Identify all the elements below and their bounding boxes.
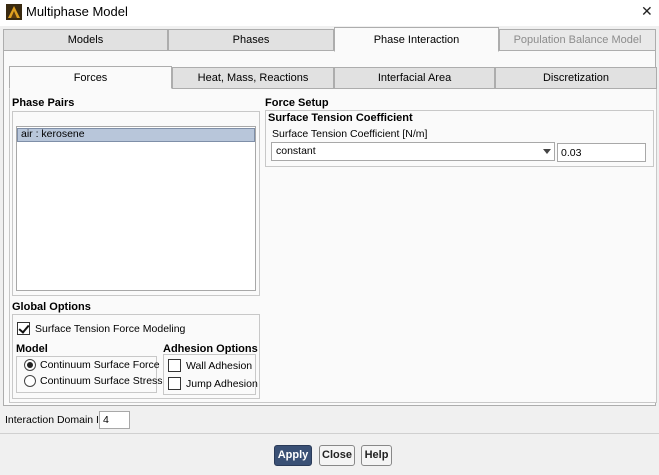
- surface-tension-coefficient-label: Surface Tension Coefficient [N/m]: [272, 128, 428, 140]
- chevron-down-icon: [543, 149, 551, 154]
- close-button[interactable]: Close: [319, 445, 355, 466]
- tab-heat-mass-reactions[interactable]: Heat, Mass, Reactions: [172, 67, 334, 89]
- continuum-surface-stress-radio[interactable]: [24, 375, 36, 387]
- surface-tension-force-modeling-label: Surface Tension Force Modeling: [35, 323, 186, 335]
- continuum-surface-force-radio[interactable]: [24, 359, 36, 371]
- force-setup-title: Force Setup: [265, 97, 329, 109]
- help-button[interactable]: Help: [361, 445, 392, 466]
- global-options-title: Global Options: [12, 301, 91, 313]
- footer-divider: [0, 433, 659, 434]
- window-title: Multiphase Model: [26, 4, 128, 19]
- phase-pairs-title: Phase Pairs: [12, 97, 75, 109]
- wall-adhesion-label: Wall Adhesion: [186, 360, 253, 372]
- surface-tension-coefficient-title: Surface Tension Coefficient: [268, 112, 413, 124]
- model-title: Model: [16, 343, 48, 355]
- dropdown-value: constant: [276, 145, 316, 157]
- continuum-surface-force-label: Continuum Surface Force: [40, 359, 160, 371]
- surface-tension-method-dropdown[interactable]: constant: [271, 142, 555, 161]
- jump-adhesion-label: Jump Adhesion: [186, 378, 258, 390]
- tab-discretization[interactable]: Discretization: [495, 67, 657, 89]
- wall-adhesion-checkbox[interactable]: [168, 359, 181, 372]
- close-icon[interactable]: ✕: [641, 3, 653, 19]
- interaction-domain-id-label: Interaction Domain ID: [5, 414, 107, 426]
- surface-tension-force-modeling-checkbox[interactable]: [17, 322, 30, 335]
- tab-interfacial-area[interactable]: Interfacial Area: [334, 67, 495, 89]
- surface-tension-value-input[interactable]: [557, 143, 646, 162]
- phase-pairs-list[interactable]: [16, 126, 256, 291]
- tab-phase-interaction[interactable]: Phase Interaction: [334, 27, 499, 52]
- app-logo-icon: [6, 4, 22, 20]
- continuum-surface-stress-label: Continuum Surface Stress: [40, 375, 163, 387]
- tab-population-balance-model[interactable]: Population Balance Model: [499, 29, 656, 51]
- tab-phases[interactable]: Phases: [168, 29, 334, 51]
- apply-button[interactable]: Apply: [274, 445, 312, 466]
- tab-models[interactable]: Models: [3, 29, 168, 51]
- jump-adhesion-checkbox[interactable]: [168, 377, 181, 390]
- list-item-phase-pair[interactable]: air : kerosene: [17, 128, 255, 142]
- interaction-domain-id-input[interactable]: [99, 411, 130, 429]
- tab-forces[interactable]: Forces: [9, 66, 172, 89]
